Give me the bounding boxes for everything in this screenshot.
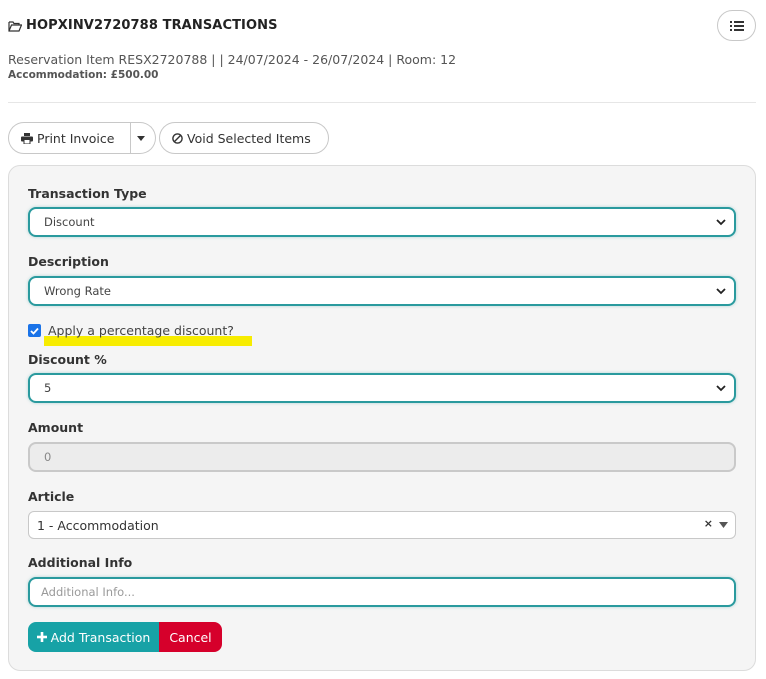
description-label: Description xyxy=(28,254,109,269)
print-invoice-button[interactable]: Print Invoice xyxy=(8,122,131,154)
checkmark-icon xyxy=(30,327,39,335)
cancel-label: Cancel xyxy=(169,629,212,645)
reservation-details: Reservation Item RESX2720788 | | 24/07/2… xyxy=(8,52,457,67)
chevron-down-icon xyxy=(716,219,726,226)
description-value: Wrong Rate xyxy=(44,284,111,298)
transaction-type-value: Discount xyxy=(44,215,95,229)
print-options-dropdown[interactable] xyxy=(131,122,156,154)
article-value: 1 - Accommodation xyxy=(37,517,159,533)
additional-info-input[interactable]: Additional Info... xyxy=(28,577,736,607)
folder-open-icon xyxy=(8,20,22,32)
amount-label: Amount xyxy=(28,420,84,435)
add-transaction-label: Add Transaction xyxy=(50,629,151,645)
chevron-down-icon xyxy=(716,385,726,392)
amount-value: 0 xyxy=(44,450,52,464)
list-icon xyxy=(729,20,744,31)
percentage-discount-checkbox[interactable] xyxy=(28,324,41,337)
percentage-discount-label[interactable]: Apply a percentage discount? xyxy=(48,323,234,338)
list-menu-button[interactable] xyxy=(717,10,756,41)
caret-down-icon xyxy=(719,522,728,528)
transaction-type-label: Transaction Type xyxy=(28,186,147,201)
description-select[interactable]: Wrong Rate xyxy=(28,276,736,306)
cancel-button[interactable]: Cancel xyxy=(159,622,222,652)
void-selected-button[interactable]: Void Selected Items xyxy=(159,122,329,154)
discount-percent-label: Discount % xyxy=(28,352,107,367)
divider xyxy=(8,102,756,103)
void-selected-label: Void Selected Items xyxy=(187,130,311,146)
chevron-down-icon xyxy=(716,288,726,295)
additional-info-placeholder: Additional Info... xyxy=(41,585,135,599)
plus-icon xyxy=(36,632,47,642)
print-invoice-label: Print Invoice xyxy=(37,130,115,146)
ban-icon xyxy=(172,132,183,144)
printer-icon xyxy=(21,132,33,144)
page-header: HOPXINV2720788 TRANSACTIONS xyxy=(8,18,278,33)
add-transaction-button[interactable]: Add Transaction xyxy=(28,622,159,652)
additional-info-label: Additional Info xyxy=(28,555,133,570)
caret-down-icon xyxy=(137,135,145,141)
page-title: HOPXINV2720788 TRANSACTIONS xyxy=(26,18,278,33)
amount-field: 0 xyxy=(28,442,736,472)
transaction-type-select[interactable]: Discount xyxy=(28,207,736,237)
article-label: Article xyxy=(28,489,75,504)
accommodation-total: Accommodation: £500.00 xyxy=(8,69,159,81)
article-select[interactable]: 1 - Accommodation × xyxy=(28,511,736,539)
clear-selection-icon[interactable]: × xyxy=(704,517,713,530)
discount-percent-select[interactable]: 5 xyxy=(28,373,736,403)
print-button-group: Print Invoice xyxy=(8,122,156,154)
discount-percent-value: 5 xyxy=(44,381,52,395)
